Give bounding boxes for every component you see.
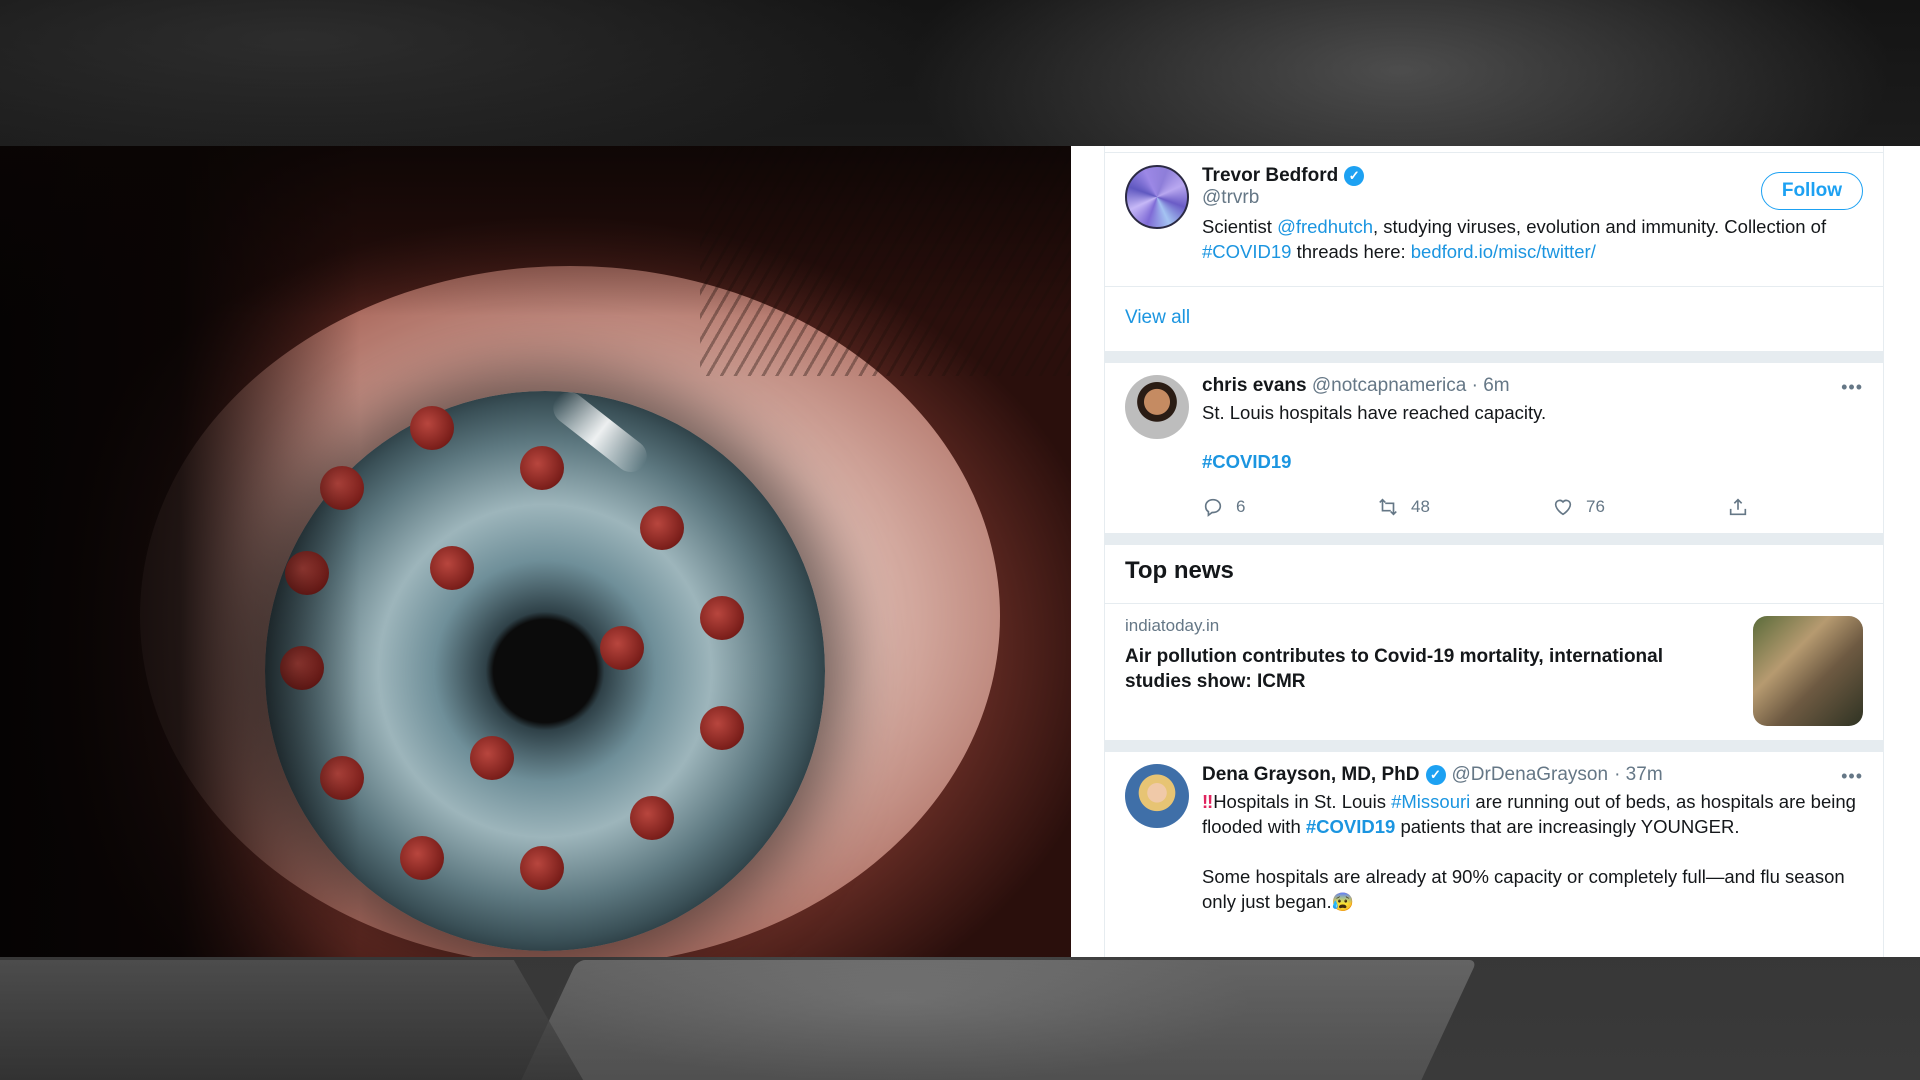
reply-icon bbox=[1204, 498, 1222, 517]
tweet-text: Some hospitals are already at 90% capaci… bbox=[1202, 864, 1863, 915]
tweet-text-segment: patients that are increasingly YOUNGER. bbox=[1395, 816, 1740, 837]
avatar[interactable] bbox=[1125, 764, 1189, 828]
tweet-text: ‼Hospitals in St. Louis #Missouri are ru… bbox=[1202, 789, 1863, 839]
bio-hashtag-link[interactable]: #COVID19 bbox=[1202, 241, 1291, 262]
anxious-face-emoji: 😰 bbox=[1331, 892, 1355, 912]
top-news-heading: Top news bbox=[1125, 557, 1234, 584]
bio-mention-link[interactable]: @fredhutch bbox=[1277, 216, 1373, 237]
double-exclamation-emoji: ‼ bbox=[1202, 791, 1214, 812]
tweet-hashtag-link[interactable]: #COVID19 bbox=[1202, 449, 1902, 474]
virus-spike bbox=[600, 626, 644, 670]
virus-spike bbox=[520, 846, 564, 890]
laptop-shape bbox=[502, 960, 1478, 1080]
virus-spike bbox=[520, 446, 564, 490]
tweet-actions: 6 48 76 bbox=[1202, 486, 1902, 528]
section-separator bbox=[1105, 740, 1883, 752]
tweet-timestamp[interactable]: · 6m bbox=[1472, 375, 1510, 396]
tweet-text-segment: Some hospitals are already at 90% capaci… bbox=[1202, 866, 1845, 912]
bio-text: Scientist bbox=[1202, 216, 1278, 237]
tweet-author-name[interactable]: chris evans bbox=[1202, 375, 1307, 396]
news-headline[interactable]: Air pollution contributes to Covid-19 mo… bbox=[1125, 644, 1733, 694]
retweet-count: 48 bbox=[1411, 497, 1430, 516]
twitter-screenshot: Trevor Bedford ✓ @trvrb Scientist @fredh… bbox=[1071, 146, 1920, 957]
virus-spike bbox=[700, 706, 744, 750]
bio-text: threads here: bbox=[1291, 241, 1411, 262]
tweet-author-handle[interactable]: @notcapnamerica bbox=[1312, 375, 1466, 396]
share-button[interactable] bbox=[1727, 496, 1902, 518]
virus-spike bbox=[700, 596, 744, 640]
who-to-follow-card[interactable]: Trevor Bedford ✓ @trvrb Scientist @fredh… bbox=[1105, 153, 1883, 286]
verified-badge-icon: ✓ bbox=[1425, 765, 1446, 785]
bio-text: , studying viruses, evolution and immuni… bbox=[1372, 216, 1827, 237]
tweet-text-segment: Hospitals in St. Louis bbox=[1213, 791, 1392, 812]
phone-shape bbox=[0, 960, 607, 1080]
retweet-icon bbox=[1379, 498, 1397, 516]
avatar[interactable] bbox=[1125, 375, 1189, 439]
reply-count: 6 bbox=[1236, 497, 1246, 516]
heart-icon bbox=[1554, 499, 1572, 516]
section-separator bbox=[1105, 351, 1883, 363]
account-name[interactable]: Trevor Bedford bbox=[1202, 165, 1338, 187]
tweet-hashtag-link[interactable]: #COVID19 bbox=[1306, 816, 1395, 837]
more-options-icon[interactable]: ••• bbox=[1841, 766, 1863, 787]
timeline-column: Trevor Bedford ✓ @trvrb Scientist @fredh… bbox=[1104, 146, 1884, 957]
tweet-timestamp[interactable]: · 37m bbox=[1614, 764, 1663, 786]
virus-spike bbox=[410, 406, 454, 450]
virus-spike bbox=[400, 836, 444, 880]
tweet-hashtag-link[interactable]: #Missouri bbox=[1391, 791, 1470, 812]
retweet-button[interactable]: 48 bbox=[1377, 496, 1552, 518]
news-card[interactable]: indiatoday.in Air pollution contributes … bbox=[1105, 604, 1883, 740]
view-all-link[interactable]: View all bbox=[1105, 287, 1883, 351]
virus-spike bbox=[430, 546, 474, 590]
like-button[interactable]: 76 bbox=[1552, 496, 1727, 518]
more-options-icon[interactable]: ••• bbox=[1841, 377, 1863, 398]
tweet-author-handle[interactable]: @DrDenaGrayson bbox=[1452, 764, 1609, 786]
follow-button[interactable]: Follow bbox=[1760, 172, 1863, 210]
news-source: indiatoday.in bbox=[1125, 616, 1220, 635]
avatar[interactable] bbox=[1125, 165, 1189, 229]
section-separator bbox=[1105, 533, 1883, 545]
tweet-author-name[interactable]: Dena Grayson, MD, PhD bbox=[1202, 764, 1420, 786]
account-bio: Scientist @fredhutch, studying viruses, … bbox=[1202, 214, 1863, 264]
share-icon bbox=[1729, 498, 1747, 516]
verified-badge-icon: ✓ bbox=[1344, 166, 1365, 186]
tweet-text: St. Louis hospitals have reached capacit… bbox=[1202, 402, 1547, 423]
reply-button[interactable]: 6 bbox=[1202, 496, 1377, 518]
news-thumbnail[interactable] bbox=[1753, 616, 1863, 726]
like-count: 76 bbox=[1586, 497, 1605, 516]
virus-spike bbox=[630, 796, 674, 840]
shadow-overlay bbox=[0, 146, 1071, 316]
tweet[interactable]: chris evans @notcapnamerica · 6m St. Lou… bbox=[1105, 363, 1883, 533]
bio-url-link[interactable]: bedford.io/misc/twitter/ bbox=[1411, 241, 1596, 262]
eye-virus-illustration bbox=[0, 146, 1071, 957]
virus-spike bbox=[640, 506, 684, 550]
tweet[interactable]: Dena Grayson, MD, PhD ✓ @DrDenaGrayson ·… bbox=[1105, 752, 1883, 915]
virus-spike bbox=[470, 736, 514, 780]
